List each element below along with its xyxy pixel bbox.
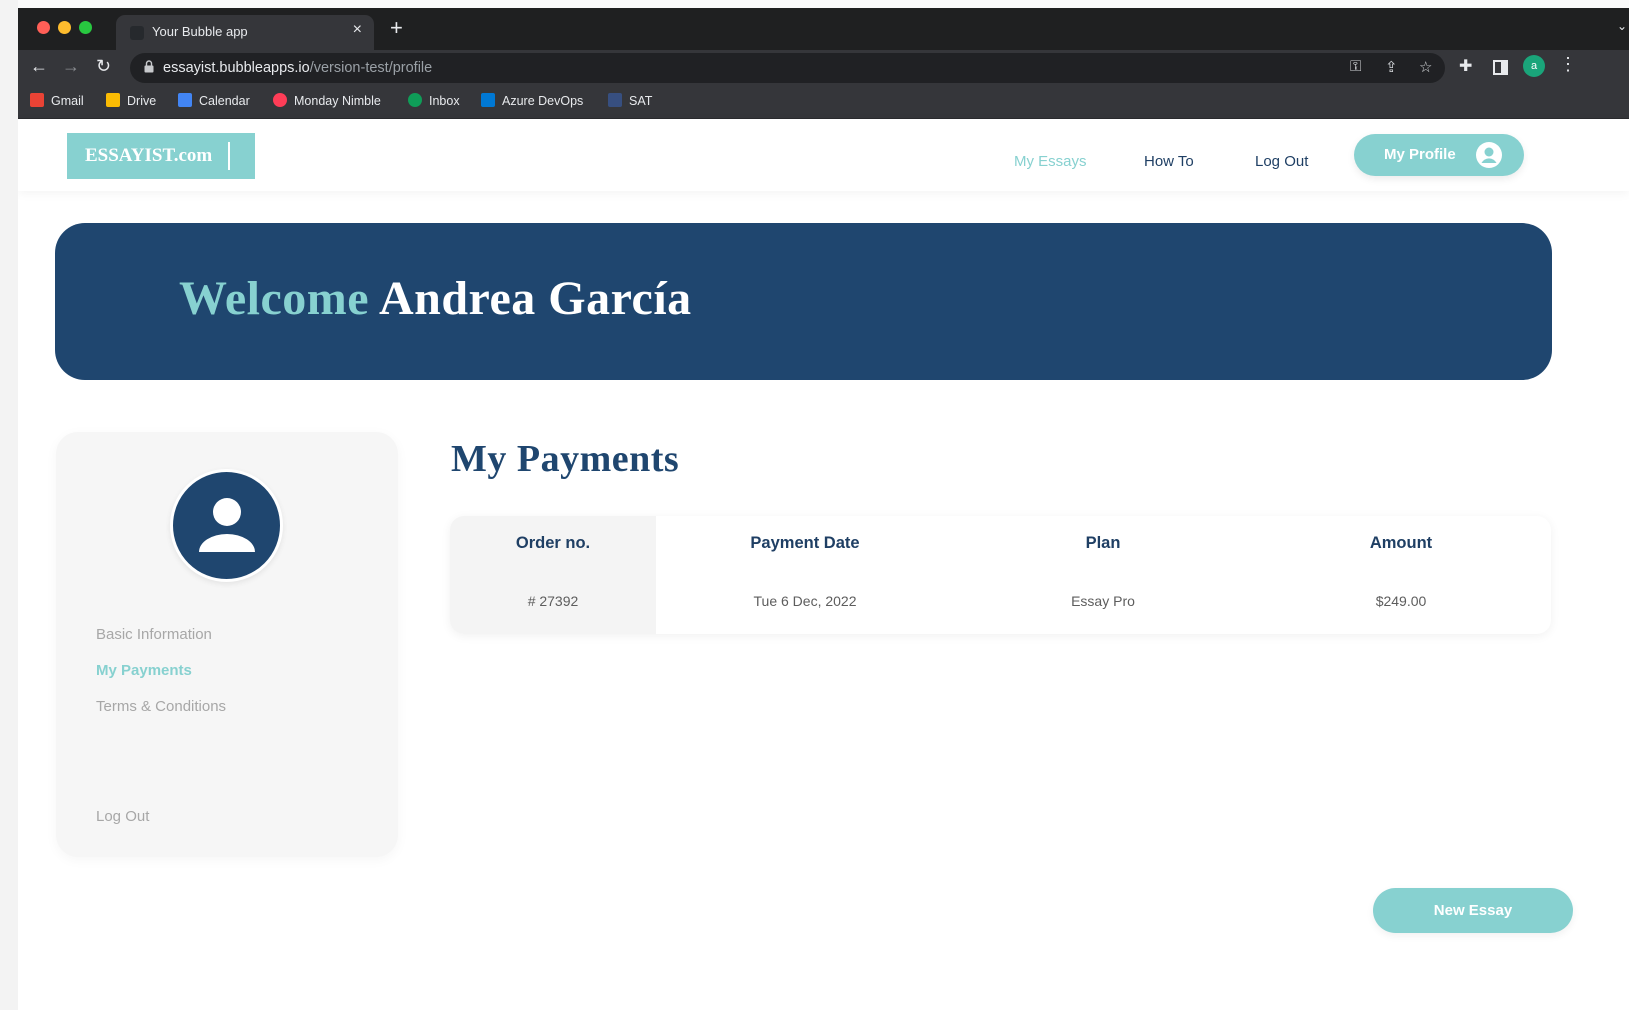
my-profile-label: My Profile	[1384, 146, 1456, 163]
share-icon[interactable]: ⇪	[1385, 58, 1398, 76]
column-payment-date: Payment Date Tue 6 Dec, 2022	[656, 516, 954, 634]
sidebar-item-my-payments[interactable]: My Payments	[96, 662, 192, 679]
address-bar[interactable]: essayist.bubbleapps.io/version-test/prof…	[130, 53, 1445, 83]
bookmark-label: Drive	[127, 94, 157, 108]
inbox-icon	[408, 93, 422, 107]
user-circle-icon	[1476, 142, 1502, 168]
forward-icon[interactable]: →	[62, 56, 80, 77]
close-tab-icon[interactable]: ×	[353, 21, 362, 39]
bookmark-label: SAT	[629, 94, 653, 108]
user-name: Andrea García	[378, 272, 692, 325]
back-icon[interactable]: ←	[30, 56, 48, 77]
close-window-button[interactable]	[37, 21, 50, 34]
bookmarks-bar: Gmail Drive Calendar Monday Nimble Inbox…	[18, 85, 1629, 119]
bookmark-label: Monday Nimble	[294, 94, 381, 108]
logo-text: ESSAYIST.com	[85, 145, 213, 166]
url-path: /version-test/profile	[309, 60, 433, 76]
tab-bar: Your Bubble app × + ⌄	[18, 8, 1629, 50]
welcome-word: Welcome	[179, 272, 370, 325]
toolbar: ← → ↻ essayist.bubbleapps.io/version-tes…	[18, 50, 1629, 85]
site-header: ESSAYIST.com My Essays How To Log Out My…	[18, 119, 1629, 191]
tab-search-chevron-icon[interactable]: ⌄	[1617, 19, 1627, 33]
bookmark-drive[interactable]: Drive	[106, 93, 156, 108]
table-cell: Essay Pro	[1071, 593, 1135, 609]
nav-how-to[interactable]: How To	[1144, 153, 1194, 170]
maximize-window-button[interactable]	[79, 21, 92, 34]
column-amount: Amount $249.00	[1252, 516, 1550, 634]
bubble-favicon-icon	[130, 26, 144, 40]
bookmark-calendar[interactable]: Calendar	[178, 93, 250, 108]
browser-tab[interactable]: Your Bubble app ×	[116, 15, 374, 50]
sidebar-log-out[interactable]: Log Out	[96, 808, 149, 825]
url-text: essayist.bubbleapps.io/version-test/prof…	[163, 60, 432, 76]
bookmark-star-icon[interactable]: ☆	[1419, 58, 1432, 76]
account-avatar[interactable]: a	[1523, 55, 1545, 77]
bookmark-label: Calendar	[199, 94, 250, 108]
minimize-window-button[interactable]	[58, 21, 71, 34]
profile-sidebar: Basic Information My Payments Terms & Co…	[56, 432, 398, 857]
lock-icon	[144, 60, 154, 73]
table-cell: # 27392	[527, 593, 579, 609]
monday-icon	[273, 93, 287, 107]
password-key-icon[interactable]: ⚿	[1350, 58, 1361, 75]
bookmark-label: Azure DevOps	[502, 94, 584, 108]
drive-icon	[106, 93, 120, 107]
calendar-icon	[178, 93, 192, 107]
bookmark-monday-nimble[interactable]: Monday Nimble	[273, 93, 381, 108]
desktop-background	[0, 0, 18, 1010]
desktop-strip	[0, 0, 1629, 8]
site-logo[interactable]: ESSAYIST.com	[67, 133, 255, 179]
user-icon	[199, 498, 255, 552]
gmail-icon	[30, 93, 44, 107]
my-profile-button[interactable]: My Profile	[1354, 134, 1524, 176]
bookmark-sat[interactable]: SAT	[608, 93, 652, 108]
bookmark-azure-devops[interactable]: Azure DevOps	[481, 93, 583, 108]
payments-table: Order no. # 27392 Payment Date Tue 6 Dec…	[450, 516, 1551, 634]
new-tab-button[interactable]: +	[390, 15, 403, 41]
sat-icon	[608, 93, 622, 107]
azure-devops-icon	[481, 93, 495, 107]
browser-window: Your Bubble app × + ⌄ ← → ↻ essayist.bub…	[18, 8, 1629, 1010]
bookmark-gmail[interactable]: Gmail	[30, 93, 84, 108]
table-cell: Tue 6 Dec, 2022	[753, 593, 857, 609]
new-essay-button[interactable]: New Essay	[1373, 888, 1573, 933]
column-plan: Plan Essay Pro	[954, 516, 1252, 634]
logo-cursor-bar	[228, 142, 230, 170]
sidebar-item-terms[interactable]: Terms & Conditions	[96, 698, 226, 715]
bookmark-inbox[interactable]: Inbox	[408, 93, 460, 108]
table-header-cell: Plan	[1085, 534, 1121, 552]
nav-log-out[interactable]: Log Out	[1255, 153, 1308, 170]
table-header-cell: Amount	[1369, 534, 1433, 552]
bookmark-label: Gmail	[51, 94, 84, 108]
welcome-heading: Welcome Andrea García	[179, 271, 692, 326]
table-cell: $249.00	[1375, 593, 1427, 609]
page-title: My Payments	[451, 438, 680, 480]
bookmark-label: Inbox	[429, 94, 460, 108]
nav-my-essays[interactable]: My Essays	[1014, 153, 1087, 170]
sidebar-item-basic-information[interactable]: Basic Information	[96, 626, 212, 643]
table-header-cell: Order no.	[515, 534, 591, 552]
profile-avatar	[170, 469, 283, 582]
table-header-cell: Payment Date	[750, 534, 860, 552]
welcome-banner: Welcome Andrea García	[55, 223, 1552, 380]
column-order-no: Order no. # 27392	[450, 516, 656, 634]
extensions-icon[interactable]: ✚	[1459, 56, 1472, 76]
reload-icon[interactable]: ↻	[96, 56, 111, 77]
browser-menu-icon[interactable]: ⋮	[1559, 54, 1577, 75]
web-page: ESSAYIST.com My Essays How To Log Out My…	[18, 119, 1629, 1010]
tab-title: Your Bubble app	[152, 24, 248, 39]
url-host: essayist.bubbleapps.io	[163, 60, 310, 76]
side-panel-icon[interactable]	[1493, 60, 1508, 75]
